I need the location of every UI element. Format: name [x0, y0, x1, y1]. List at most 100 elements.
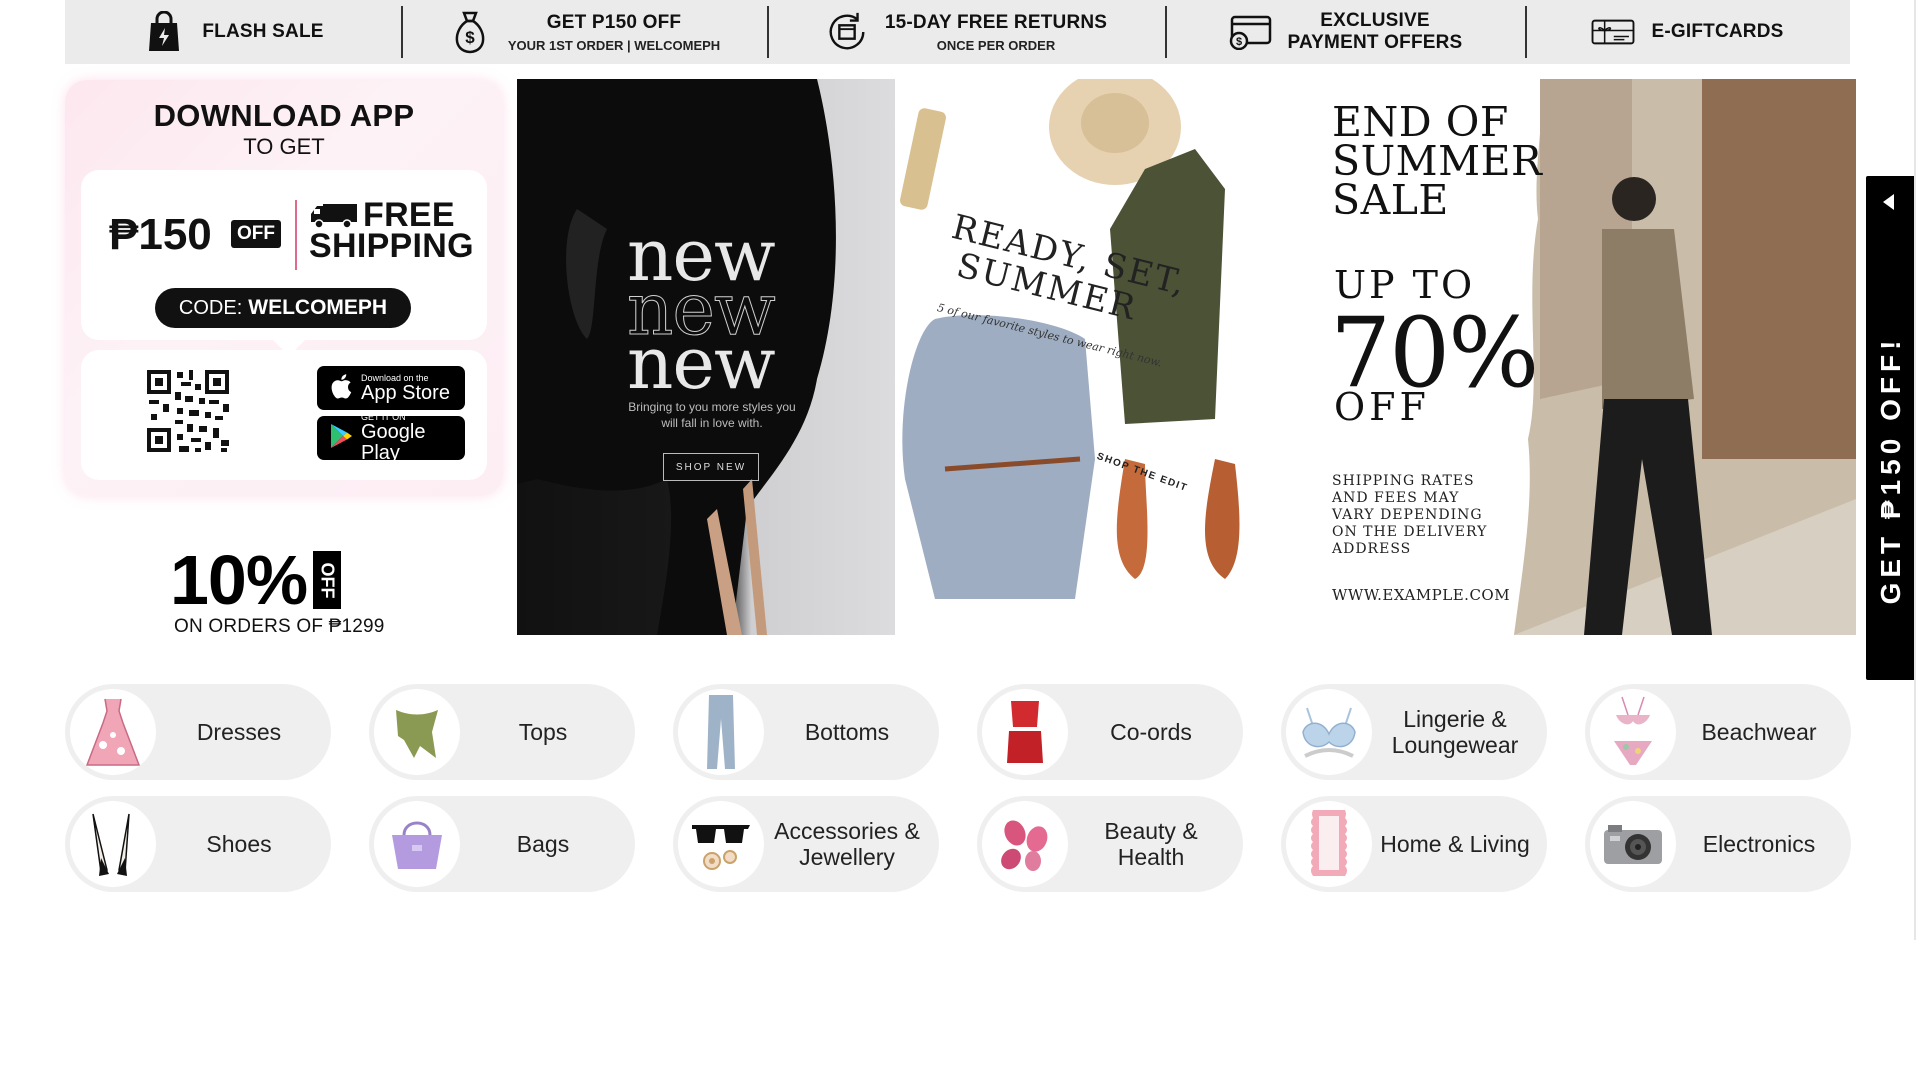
- google-play-icon: [329, 423, 353, 454]
- collapse-arrow-icon[interactable]: [1883, 194, 1894, 210]
- payment-card-icon: $: [1228, 10, 1272, 54]
- promo-free-returns[interactable]: 15-DAY FREE RETURNS ONCE PER ORDER: [767, 0, 1165, 64]
- category-electronics[interactable]: Electronics: [1585, 796, 1851, 892]
- category-label: Accessories & Jewellery: [774, 818, 920, 870]
- handbag-icon: [374, 801, 460, 887]
- heels-icon: [70, 801, 156, 887]
- sale-title: END OF SUMMER SALE: [1332, 102, 1542, 224]
- qr-code-icon: [145, 368, 231, 454]
- promo-title: 15-DAY FREE RETURNS: [884, 11, 1108, 33]
- category-label: Bottoms: [804, 719, 890, 745]
- promo-first-order[interactable]: $ GET P150 OFF YOUR 1ST ORDER | WELCOMEP…: [401, 0, 767, 64]
- category-label: Bags: [516, 831, 570, 857]
- category-dresses[interactable]: Dresses: [65, 684, 331, 780]
- jeans-icon: [678, 689, 764, 775]
- code-value: WELCOMEPH: [248, 296, 388, 319]
- apple-icon: [329, 372, 353, 405]
- off-tag: OFF: [231, 220, 281, 248]
- sale-off: OFF: [1334, 385, 1430, 429]
- sale-url[interactable]: WWW.EXAMPLE.COM: [1332, 586, 1510, 604]
- promo-title: E-GIFTCARDS: [1651, 21, 1784, 42]
- offer-divider: [295, 200, 297, 270]
- promo-title-line-1: EXCLUSIVE: [1320, 10, 1430, 31]
- category-label: Co-ords: [1110, 719, 1192, 745]
- category-shoes[interactable]: Shoes: [65, 796, 331, 892]
- ten-percent-value: 10%: [170, 541, 308, 619]
- category-beachwear[interactable]: Beachwear: [1585, 684, 1851, 780]
- app-store-button[interactable]: Download on the App Store: [317, 366, 465, 410]
- category-label: Electronics: [1702, 831, 1816, 857]
- page-scrollbar-track: [1914, 0, 1916, 940]
- promo-strip: FLASH SALE $ GET P150 OFF YOUR 1ST ORDER…: [65, 0, 1850, 64]
- code-label: CODE:: [178, 296, 243, 319]
- ten-percent-tag: OFF: [313, 551, 342, 609]
- category-co-ords[interactable]: Co-ords: [977, 684, 1243, 780]
- return-box-icon: [825, 10, 869, 54]
- money-bag-icon: $: [448, 10, 492, 54]
- category-accessories-jewellery[interactable]: Accessories & Jewellery: [673, 796, 939, 892]
- category-label: Beauty & Health: [1104, 818, 1198, 870]
- promo-title-line-2: PAYMENT OFFERS: [1287, 32, 1463, 53]
- category-label: Lingerie & Loungewear: [1391, 706, 1519, 758]
- category-home-living[interactable]: Home & Living: [1281, 796, 1547, 892]
- app-store-text: App Store: [361, 381, 450, 404]
- camera-icon: [1590, 801, 1676, 887]
- side-tab-text: GET ₱150 OFF!: [1875, 335, 1906, 605]
- banner-end-of-summer-sale[interactable]: END OF SUMMER SALE UP TO 70% OFF SHIPPIN…: [1302, 79, 1856, 635]
- category-bags[interactable]: Bags: [369, 796, 635, 892]
- coord-set-icon: [982, 689, 1068, 775]
- promo-title: FLASH SALE: [202, 21, 324, 42]
- shopping-bag-icon: [142, 10, 186, 54]
- makeup-sponge-icon: [982, 801, 1068, 887]
- shop-new-button[interactable]: SHOP NEW: [663, 453, 759, 481]
- svg-text:$: $: [465, 28, 475, 47]
- category-tops[interactable]: Tops: [369, 684, 635, 780]
- category-label: Tops: [518, 719, 568, 745]
- promo-code-pill[interactable]: CODE: WELCOMEPH: [155, 288, 411, 328]
- summer-flatlay-illustration: [900, 79, 1240, 599]
- ten-percent-subtext: ON ORDERS OF ₱1299: [174, 616, 385, 637]
- banner-new-arrivals[interactable]: new new new Bringing to you more styles …: [517, 79, 895, 635]
- truck-icon: [309, 202, 359, 235]
- sunglasses-icon: [678, 801, 764, 887]
- shipping-label: SHIPPING: [309, 227, 474, 265]
- category-lingerie-loungewear[interactable]: Lingerie & Loungewear: [1281, 684, 1547, 780]
- app-download-box: Download on the App Store GET IT ON Goog…: [81, 350, 487, 480]
- category-label: Home & Living: [1380, 831, 1530, 857]
- discount-amount: ₱150: [109, 210, 212, 259]
- promo-payment-offers[interactable]: $ EXCLUSIVE PAYMENT OFFERS: [1165, 0, 1525, 64]
- new-tagline: Bringing to you more styles you will fal…: [628, 400, 796, 430]
- promo-subtitle: ONCE PER ORDER: [936, 37, 1056, 53]
- category-bottoms[interactable]: Bottoms: [673, 684, 939, 780]
- category-label: Shoes: [206, 831, 272, 857]
- svg-text:$: $: [1235, 36, 1241, 48]
- new-headline-3: new: [627, 321, 776, 405]
- category-beauty-health[interactable]: Beauty & Health: [977, 796, 1243, 892]
- get-150-off-side-tab[interactable]: GET ₱150 OFF!: [1866, 176, 1916, 680]
- google-play-button[interactable]: GET IT ON Google Play: [317, 412, 465, 464]
- ten-percent-offer[interactable]: 10% OFF: [170, 540, 342, 620]
- category-label: Dresses: [196, 719, 282, 745]
- app-store-small-text: Download on the: [361, 372, 429, 383]
- promo-title: GET P150 OFF: [546, 11, 682, 33]
- download-app-subheading: TO GET: [243, 134, 325, 159]
- offer-box: ₱150 OFF FREE SHIPPING CODE: WELCOMEPH: [81, 170, 487, 356]
- top-icon: [374, 689, 460, 775]
- promo-subtitle: YOUR 1ST ORDER | WELCOMEPH: [507, 37, 721, 53]
- ten-percent-tag-text: OFF: [317, 562, 338, 598]
- google-play-text: Google Play: [361, 421, 426, 464]
- sale-shipping-note: SHIPPING RATES AND FEES MAY VARY DEPENDI…: [1332, 473, 1488, 557]
- banner-ready-set-summer[interactable]: READY, SET, SUMMER 5 of our favorite sty…: [895, 79, 1302, 635]
- bikini-icon: [1590, 689, 1676, 775]
- free-shipping: FREE SHIPPING: [309, 198, 474, 265]
- category-label: Beachwear: [1701, 719, 1817, 745]
- mirror-icon: [1286, 801, 1372, 887]
- download-app-card: DOWNLOAD APP TO GET ₱150 OFF FREE SHIPPI…: [65, 80, 503, 496]
- bra-icon: [1286, 689, 1372, 775]
- promo-flash-sale[interactable]: FLASH SALE: [65, 0, 401, 64]
- gift-card-icon: [1591, 10, 1635, 54]
- dress-icon: [70, 689, 156, 775]
- sale-title-line-3: SALE: [1332, 176, 1449, 224]
- download-app-heading: DOWNLOAD APP: [153, 98, 415, 133]
- promo-e-giftcards[interactable]: E-GIFTCARDS: [1525, 0, 1850, 64]
